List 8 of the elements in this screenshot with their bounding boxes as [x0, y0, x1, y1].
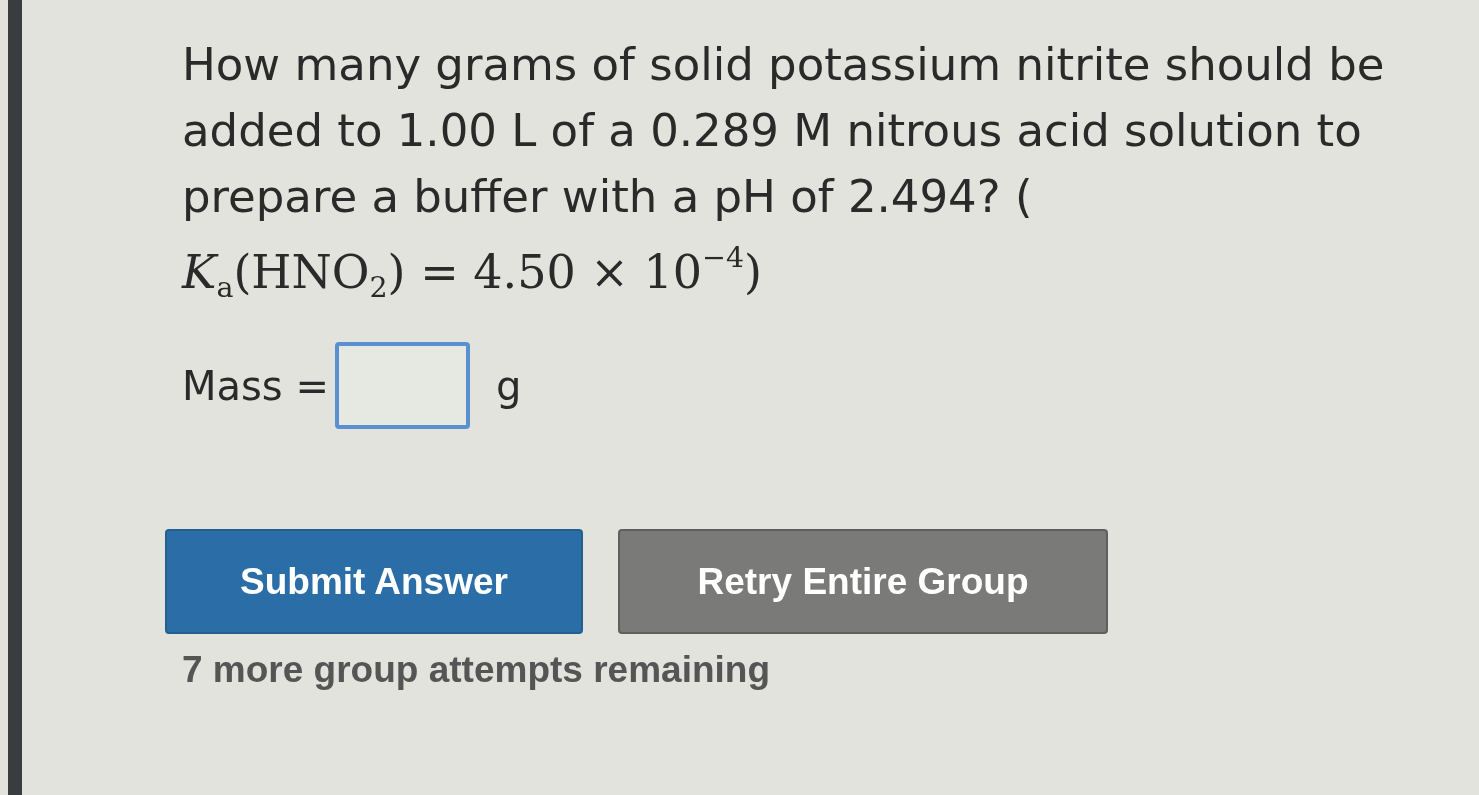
retry-button[interactable]: Retry Entire Group	[618, 529, 1108, 634]
unit-label: g	[495, 361, 522, 411]
question-text: How many grams of solid potassium nitrite should be added to 1.00 L of a 0.289 M nitrous acid solution to prepare a buffer with a pH of 2.494? (	[182, 37, 1386, 225]
answer-field[interactable]	[334, 342, 470, 429]
answer-label: Mass =	[182, 361, 329, 411]
formula-text: K$_{a}$(HNO$_{2}$) = 4.50 × 10$^{−4}$)	[182, 244, 763, 300]
submit-button[interactable]: Submit Answer	[165, 529, 583, 634]
attempts-remaining-text: 7 more group attempts remaining	[182, 648, 770, 692]
